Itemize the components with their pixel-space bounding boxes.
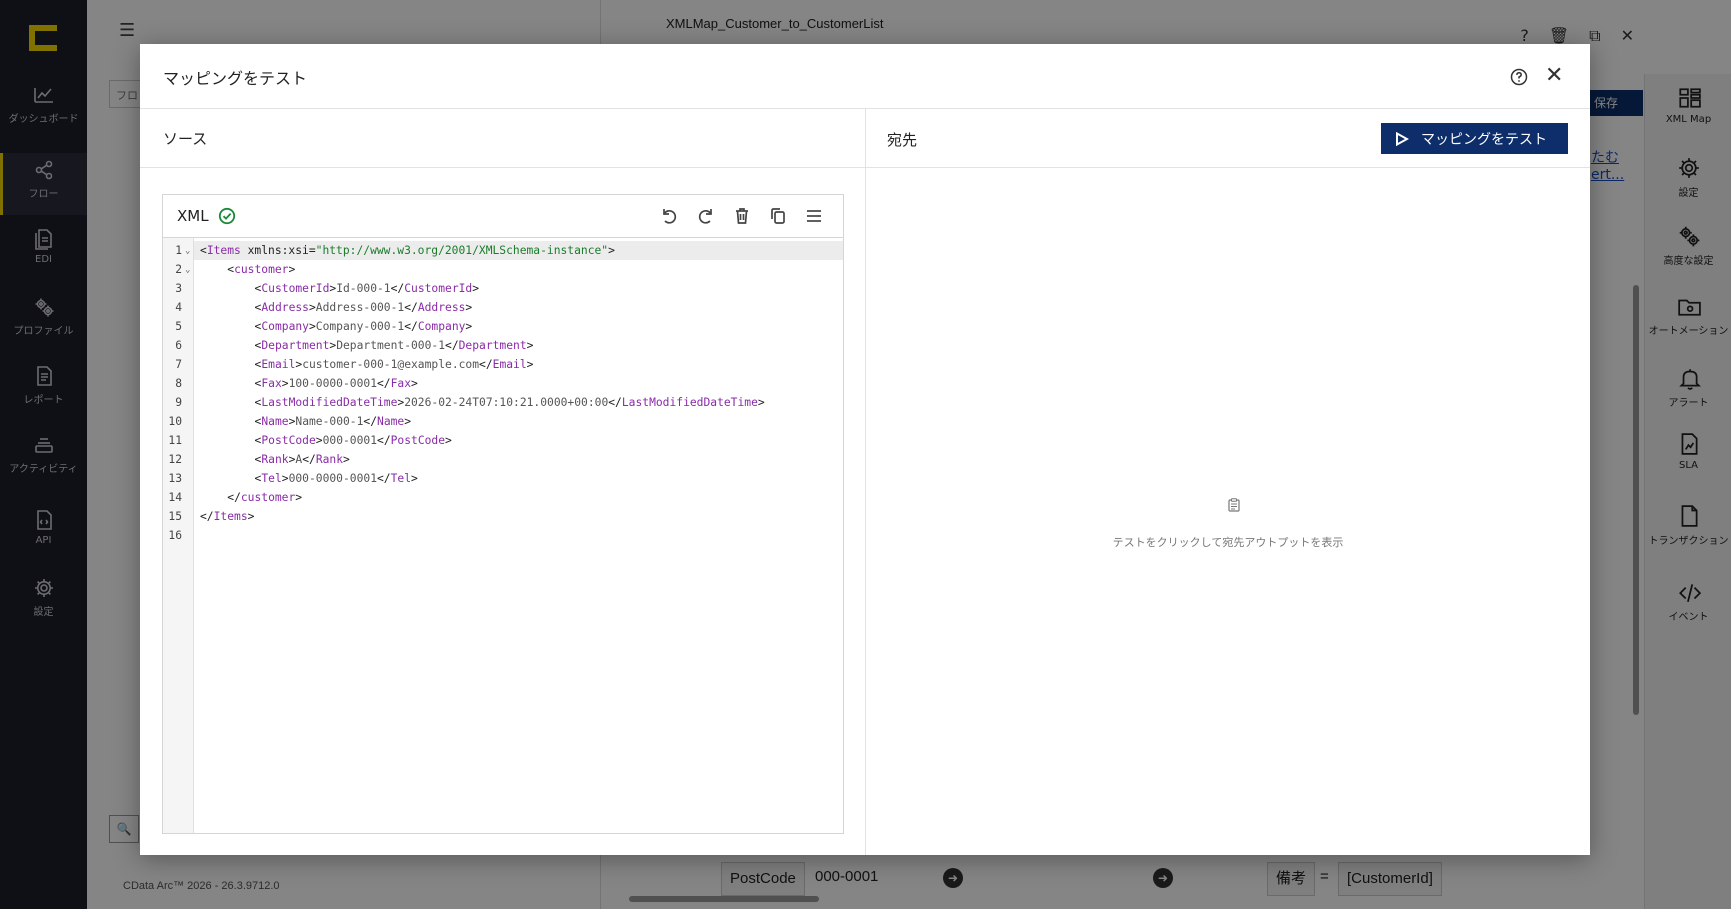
line-number: 4 bbox=[175, 301, 182, 314]
code-text: <Tel>000-0000-0001</Tel> bbox=[254, 472, 418, 485]
xml-editor[interactable]: XML 1 ⌄ <Items xmlns:xsi="http://www.w3.… bbox=[162, 194, 844, 834]
undo-icon[interactable] bbox=[659, 206, 679, 226]
source-label: ソース bbox=[163, 130, 208, 148]
code-text: <PostCode>000-0001</PostCode> bbox=[254, 434, 452, 447]
format-menu-icon[interactable] bbox=[804, 206, 824, 226]
code-line[interactable]: 2 ⌄ <customer> bbox=[175, 260, 843, 279]
code-area[interactable]: 1 ⌄ <Items xmlns:xsi="http://www.w3.org/20… bbox=[168, 238, 843, 833]
play-icon bbox=[1396, 131, 1409, 146]
code-text: </customer> bbox=[227, 491, 303, 504]
line-number: 1 bbox=[175, 244, 182, 257]
code-text: </Items> bbox=[200, 510, 255, 523]
clipboard-icon bbox=[1228, 498, 1240, 512]
code-line[interactable]: 15 </Items> bbox=[168, 507, 843, 526]
line-number: 13 bbox=[168, 472, 182, 485]
code-line[interactable]: 8 <Fax>100-0000-0001</Fax> bbox=[175, 374, 843, 393]
test-mapping-button[interactable]: マッピングをテスト bbox=[1381, 123, 1568, 154]
fold-chevron-icon[interactable]: ⌄ bbox=[185, 261, 190, 280]
code-line[interactable]: 14 </customer> bbox=[168, 488, 843, 507]
code-text: <Department>Department-000-1</Department… bbox=[254, 339, 534, 352]
code-line[interactable]: 16 bbox=[168, 526, 843, 545]
code-text: <Rank>A</Rank> bbox=[254, 453, 350, 466]
dialog-header: マッピングをテスト ✕ bbox=[140, 44, 1590, 109]
line-number: 2 bbox=[175, 263, 182, 276]
source-panel: ソース XML 1 ⌄ <Items xmlns:xsi="http://www… bbox=[140, 109, 866, 855]
destination-output: テストをクリックして宛先アウトプットを表示 bbox=[866, 168, 1590, 855]
code-line[interactable]: 9 <LastModifiedDateTime>2026-02-24T07:10:… bbox=[175, 393, 843, 412]
code-text: <LastModifiedDateTime>2026-02-24T07:10:2… bbox=[254, 396, 765, 409]
code-text: <Items xmlns:xsi="http://www.w3.org/2001… bbox=[200, 244, 615, 257]
line-number: 6 bbox=[175, 339, 182, 352]
editor-format-label: XML bbox=[177, 207, 209, 225]
code-line[interactable]: 5 <Company>Company-000-1</Company> bbox=[175, 317, 843, 336]
code-text: <CustomerId>Id-000-1</CustomerId> bbox=[254, 282, 480, 295]
code-text: <Fax>100-0000-0001</Fax> bbox=[254, 377, 418, 390]
destination-header: 宛先 マッピングをテスト bbox=[866, 109, 1590, 168]
close-icon[interactable]: ✕ bbox=[1545, 65, 1563, 87]
code-line[interactable]: 7 <Email>customer-000-1@example.com</Emai… bbox=[175, 355, 843, 374]
line-number: 8 bbox=[175, 377, 182, 390]
source-header: ソース bbox=[140, 109, 865, 168]
code-text: <customer> bbox=[227, 263, 296, 276]
code-line[interactable]: 1 ⌄ <Items xmlns:xsi="http://www.w3.org/20… bbox=[175, 241, 843, 260]
code-line[interactable]: 4 <Address>Address-000-1</Address> bbox=[175, 298, 843, 317]
redo-icon[interactable] bbox=[696, 206, 716, 226]
trash-icon[interactable] bbox=[732, 206, 752, 226]
fold-chevron-icon[interactable]: ⌄ bbox=[185, 242, 190, 261]
code-line[interactable]: 3 <CustomerId>Id-000-1</CustomerId> bbox=[175, 279, 843, 298]
code-text: <Name>Name-000-1</Name> bbox=[254, 415, 412, 428]
code-text: <Address>Address-000-1</Address> bbox=[254, 301, 473, 314]
line-number: 3 bbox=[175, 282, 182, 295]
copy-icon[interactable] bbox=[768, 206, 788, 226]
valid-check-icon bbox=[218, 207, 236, 225]
code-line[interactable]: 6 <Department>Department-000-1</Departmen… bbox=[175, 336, 843, 355]
code-line[interactable]: 13 <Tel>000-0000-0001</Tel> bbox=[168, 469, 843, 488]
code-text: <Company>Company-000-1</Company> bbox=[254, 320, 473, 333]
line-number: 15 bbox=[168, 510, 182, 523]
empty-output-message: テストをクリックして宛先アウトプットを表示 bbox=[1112, 536, 1344, 549]
line-number: 14 bbox=[168, 491, 182, 504]
code-line[interactable]: 12 <Rank>A</Rank> bbox=[168, 450, 843, 469]
line-number: 12 bbox=[168, 453, 182, 466]
line-number: 5 bbox=[175, 320, 182, 333]
line-number: 9 bbox=[175, 396, 182, 409]
line-number: 7 bbox=[175, 358, 182, 371]
test-mapping-button-label: マッピングをテスト bbox=[1421, 130, 1547, 147]
line-number: 10 bbox=[168, 415, 182, 428]
code-text: <Email>customer-000-1@example.com</Email… bbox=[254, 358, 534, 371]
destination-label: 宛先 bbox=[887, 131, 918, 149]
test-mapping-dialog: マッピングをテスト ✕ ソース XML 1 ⌄ <Items xmlns:xsi… bbox=[140, 44, 1590, 855]
line-number: 16 bbox=[168, 529, 182, 542]
dialog-title: マッピングをテスト bbox=[163, 69, 308, 88]
line-number: 11 bbox=[168, 434, 182, 447]
code-line[interactable]: 11 <PostCode>000-0001</PostCode> bbox=[168, 431, 843, 450]
code-line[interactable]: 10 <Name>Name-000-1</Name> bbox=[168, 412, 843, 431]
destination-panel: 宛先 マッピングをテスト テストをクリックして宛先アウトプットを表示 bbox=[866, 109, 1590, 855]
editor-toolbar: XML bbox=[163, 195, 843, 238]
help-icon[interactable] bbox=[1510, 68, 1528, 86]
